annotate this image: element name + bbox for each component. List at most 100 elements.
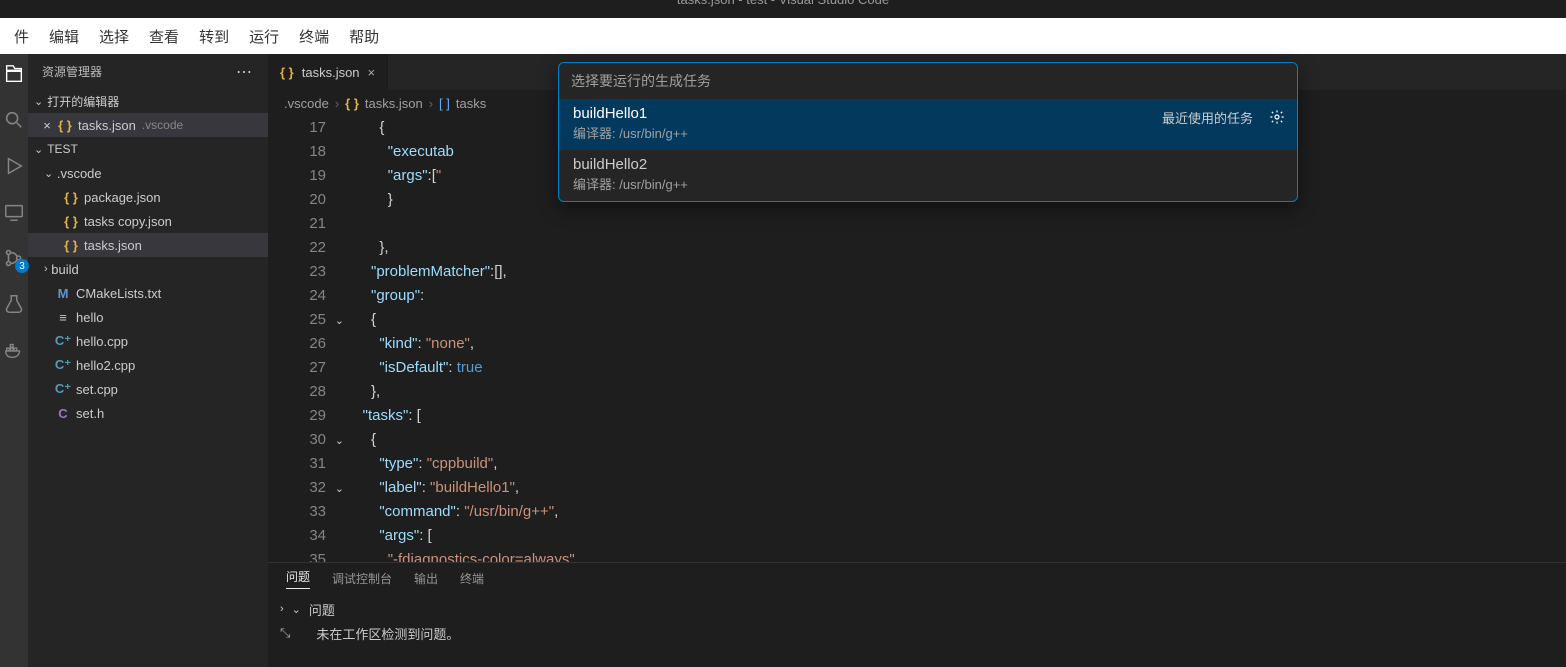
text-file-icon: ≡: [54, 310, 72, 325]
docker-icon[interactable]: [2, 338, 26, 362]
no-problems-text: 未在工作区检测到问题。: [316, 624, 459, 643]
menu-view[interactable]: 查看: [139, 20, 189, 53]
more-icon[interactable]: ⋯: [236, 62, 254, 82]
gear-icon[interactable]: [1269, 109, 1285, 125]
file-label: set.cpp: [76, 382, 118, 397]
bottom-panel: 问题 调试控制台 输出 终端 › ⌄ 问题 ⤡ 未在工作区检测到问题。: [268, 562, 1566, 667]
quick-input-item-title: buildHello2: [573, 156, 1283, 173]
quick-input-item-buildhello2[interactable]: buildHello2 编译器: /usr/bin/g++: [559, 150, 1297, 201]
chevron-down-icon: ⌄: [44, 167, 53, 180]
workspace-section[interactable]: ⌄ TEST: [28, 137, 268, 161]
quick-input-field[interactable]: 选择要运行的生成任务: [559, 63, 1297, 99]
menu-help[interactable]: 帮助: [339, 20, 389, 53]
folder-label: build: [51, 262, 78, 277]
json-file-icon: { }: [56, 118, 74, 133]
menu-terminal[interactable]: 终端: [289, 20, 339, 53]
file-label: package.json: [84, 190, 161, 205]
file-label: set.h: [76, 406, 104, 421]
explorer-icon[interactable]: [2, 62, 26, 86]
file-hello-cpp[interactable]: C⁺ hello.cpp: [28, 329, 268, 353]
breadcrumb-symbol[interactable]: tasks: [456, 96, 486, 111]
chevron-right-icon[interactable]: ›: [280, 603, 284, 615]
search-icon[interactable]: [2, 108, 26, 132]
workspace-name: TEST: [47, 142, 78, 156]
window-title: tasks.json - test - Visual Studio Code: [677, 0, 889, 7]
panel-tab-problems[interactable]: 问题: [286, 568, 310, 589]
open-editor-item[interactable]: × { } tasks.json .vscode: [28, 113, 268, 137]
chevron-down-icon: ⌄: [34, 143, 43, 156]
open-editors-label: 打开的编辑器: [47, 93, 119, 110]
menu-run[interactable]: 运行: [239, 20, 289, 53]
json-file-icon: { }: [280, 65, 294, 80]
open-editor-folder: .vscode: [142, 118, 183, 132]
panel-tabs: 问题 调试控制台 输出 终端: [268, 563, 1566, 593]
file-label: hello.cpp: [76, 334, 128, 349]
sidebar-header: 资源管理器 ⋯: [28, 54, 268, 89]
chevron-down-icon[interactable]: ⌄: [292, 603, 301, 616]
open-editor-filename: tasks.json: [78, 118, 136, 133]
json-file-icon: { }: [62, 214, 80, 229]
cpp-file-icon: C⁺: [54, 357, 72, 373]
panel-tab-terminal[interactable]: 终端: [460, 570, 484, 587]
file-set-h[interactable]: C set.h: [28, 401, 268, 425]
menu-file[interactable]: 件: [4, 20, 39, 53]
json-file-icon: { }: [62, 238, 80, 253]
array-icon: [ ]: [439, 96, 450, 111]
file-hello2-cpp[interactable]: C⁺ hello2.cpp: [28, 353, 268, 377]
json-file-icon: { }: [62, 190, 80, 205]
breadcrumb-folder[interactable]: .vscode: [284, 96, 329, 111]
quick-input-item-desc: 编译器: /usr/bin/g++: [573, 174, 1283, 193]
chevron-right-icon: ›: [335, 96, 339, 111]
cmake-file-icon: M: [54, 286, 72, 301]
file-tasks-json[interactable]: { } tasks.json: [28, 233, 268, 257]
quick-input-item-buildhello1[interactable]: buildHello1 编译器: /usr/bin/g++ 最近使用的任务: [559, 99, 1297, 150]
cpp-file-icon: C⁺: [54, 333, 72, 349]
file-cmakelists[interactable]: M CMakeLists.txt: [28, 281, 268, 305]
menu-go[interactable]: 转到: [189, 20, 239, 53]
debug-icon[interactable]: [2, 154, 26, 178]
chevron-right-icon: ›: [44, 263, 48, 275]
quick-input-list: buildHello1 编译器: /usr/bin/g++ 最近使用的任务 bu…: [559, 99, 1297, 201]
problems-header: 问题: [309, 600, 335, 619]
panel-body: › ⌄ 问题 ⤡ 未在工作区检测到问题。: [268, 593, 1566, 649]
collapse-icon[interactable]: ⤡: [280, 625, 290, 641]
breadcrumb-file[interactable]: tasks.json: [365, 96, 423, 111]
sidebar: 资源管理器 ⋯ ⌄ 打开的编辑器 × { } tasks.json .vscod…: [28, 54, 268, 667]
file-label: tasks.json: [84, 238, 142, 253]
file-set-cpp[interactable]: C⁺ set.cpp: [28, 377, 268, 401]
file-label: tasks copy.json: [84, 214, 172, 229]
file-label: hello: [76, 310, 103, 325]
quick-input-placeholder: 选择要运行的生成任务: [571, 71, 711, 91]
chevron-down-icon: ⌄: [34, 95, 43, 108]
folder-vscode[interactable]: ⌄ .vscode: [28, 161, 268, 185]
remote-icon[interactable]: [2, 200, 26, 224]
h-file-icon: C: [54, 406, 72, 421]
chevron-right-icon: ›: [429, 96, 433, 111]
title-bar: tasks.json - test - Visual Studio Code: [0, 0, 1566, 18]
scm-badge: 3: [15, 259, 29, 273]
file-tasks-copy[interactable]: { } tasks copy.json: [28, 209, 268, 233]
file-label: CMakeLists.txt: [76, 286, 161, 301]
file-hello[interactable]: ≡ hello: [28, 305, 268, 329]
panel-tab-output[interactable]: 输出: [414, 570, 438, 587]
cpp-file-icon: C⁺: [54, 381, 72, 397]
scm-icon[interactable]: 3: [2, 246, 26, 270]
file-package-json[interactable]: { } package.json: [28, 185, 268, 209]
file-label: hello2.cpp: [76, 358, 135, 373]
recent-tasks-label: 最近使用的任务: [1162, 108, 1253, 127]
sidebar-title: 资源管理器: [42, 63, 102, 80]
test-icon[interactable]: [2, 292, 26, 316]
close-icon[interactable]: ×: [368, 65, 376, 80]
json-file-icon: { }: [345, 96, 359, 111]
line-gutter: 1718192021222324⌄25262728⌄29⌄30313233⌄34…: [268, 116, 346, 562]
tab-tasks-json[interactable]: { } tasks.json ×: [268, 54, 388, 90]
menu-selection[interactable]: 选择: [89, 20, 139, 53]
quick-input: 选择要运行的生成任务 buildHello1 编译器: /usr/bin/g++…: [558, 62, 1298, 202]
tab-label: tasks.json: [302, 65, 360, 80]
folder-build[interactable]: › build: [28, 257, 268, 281]
menu-bar: 件 编辑 选择 查看 转到 运行 终端 帮助: [0, 18, 1566, 54]
open-editors-section[interactable]: ⌄ 打开的编辑器: [28, 89, 268, 113]
menu-edit[interactable]: 编辑: [39, 20, 89, 53]
close-icon[interactable]: ×: [38, 118, 56, 133]
panel-tab-debug-console[interactable]: 调试控制台: [332, 570, 392, 587]
